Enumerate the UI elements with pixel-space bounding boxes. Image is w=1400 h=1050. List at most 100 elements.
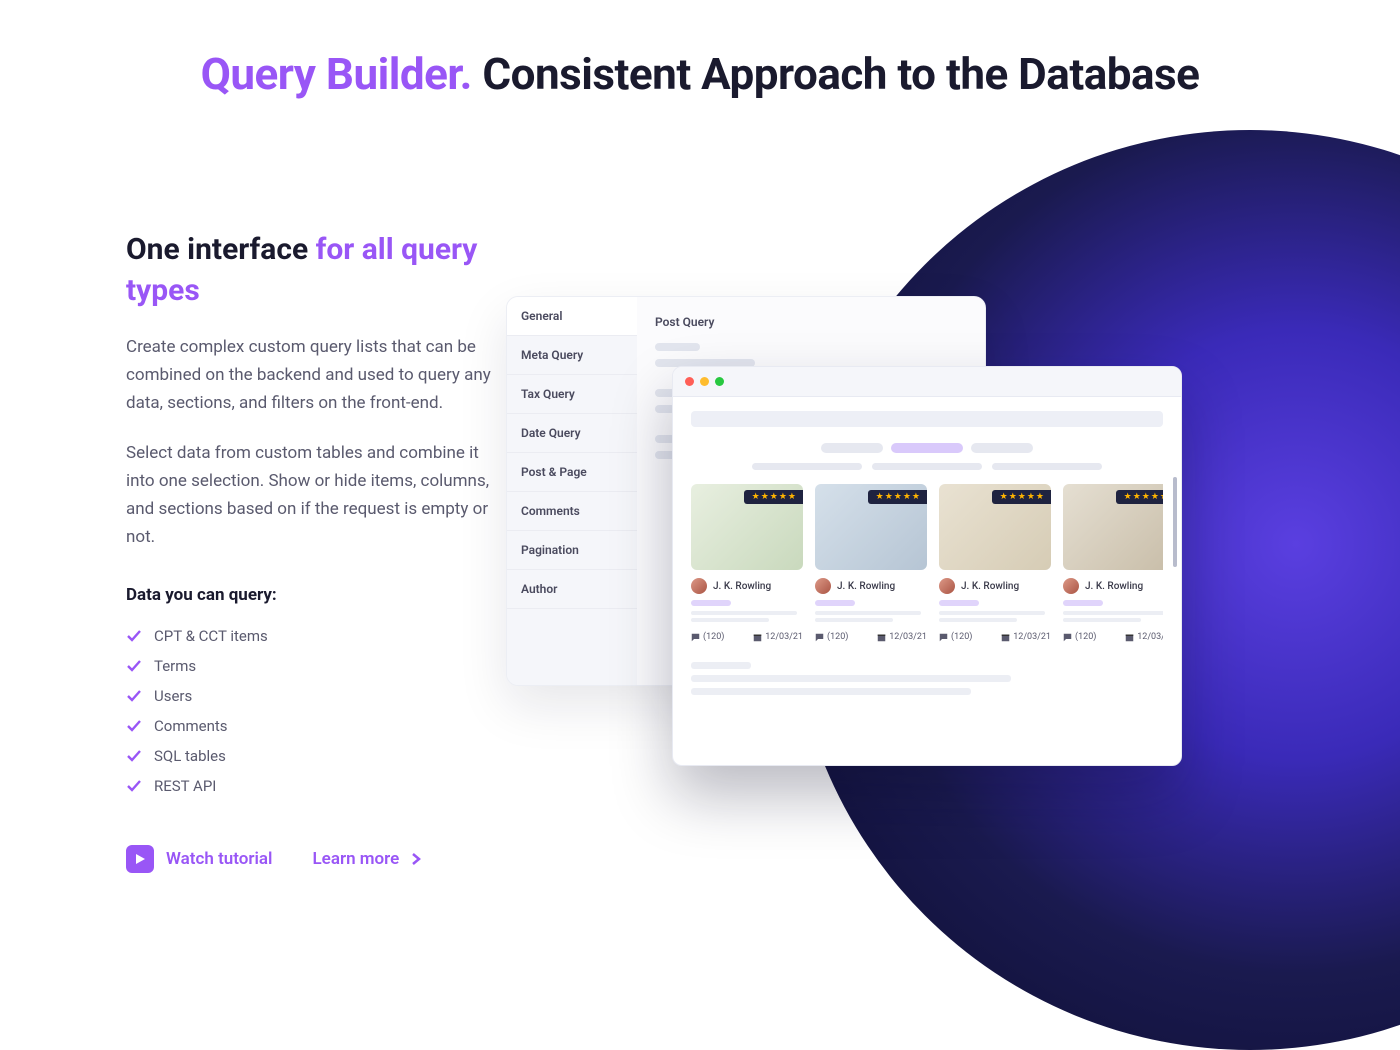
comment-icon — [815, 633, 824, 642]
skeleton-pill — [872, 463, 982, 470]
sidebar-tab-author[interactable]: Author — [507, 570, 637, 609]
skeleton-lines — [815, 611, 927, 622]
result-card[interactable]: ★★★★★ J. K. Rowling (120) 12/03/21 — [815, 484, 927, 642]
cards-row: ★★★★★ J. K. Rowling (120) 12/03/21 ★★★★★ — [691, 484, 1163, 642]
query-item: REST API — [126, 771, 496, 801]
window-minimize-dot[interactable] — [700, 377, 709, 386]
query-item-label: CPT & CCT items — [154, 627, 268, 645]
window-maximize-dot[interactable] — [715, 377, 724, 386]
paragraph-2: Select data from custom tables and combi… — [126, 439, 496, 551]
avatar — [939, 578, 955, 594]
card-stats: (120) 12/03/21 — [815, 632, 927, 642]
result-card[interactable]: ★★★★★ J. K. Rowling (120) 12/03/21 — [1063, 484, 1163, 642]
card-thumbnail: ★★★★★ — [815, 484, 927, 570]
star-rating-badge: ★★★★★ — [744, 490, 803, 504]
check-icon — [126, 688, 142, 704]
left-column: One interface for all query types Create… — [126, 230, 496, 873]
sidebar-tab-date-query[interactable]: Date Query — [507, 414, 637, 453]
sidebar-tab-meta-query[interactable]: Meta Query — [507, 336, 637, 375]
comments-stat: (120) — [939, 632, 972, 642]
date-value: 12/03/21 — [765, 632, 803, 642]
author-row: J. K. Rowling — [815, 578, 927, 594]
comment-icon — [691, 633, 700, 642]
query-item-label: REST API — [154, 777, 216, 795]
skeleton-line — [691, 688, 971, 695]
browser-content: ★★★★★ J. K. Rowling (120) 12/03/21 ★★★★★ — [673, 397, 1181, 765]
star-rating-badge: ★★★★★ — [992, 490, 1051, 504]
page-title-accent: Query Builder. — [201, 48, 472, 100]
filter-pill[interactable] — [821, 443, 883, 453]
watch-tutorial-button[interactable]: Watch tutorial — [126, 845, 272, 873]
skeleton-lines — [691, 611, 803, 622]
star-rating-badge: ★★★★★ — [1116, 490, 1163, 504]
sidebar-tab-comments[interactable]: Comments — [507, 492, 637, 531]
page-title-rest: Consistent Approach to the Database — [482, 48, 1199, 100]
skeleton-tag — [939, 600, 979, 606]
filter-pill-row — [691, 443, 1163, 453]
skeleton-tag — [815, 600, 855, 606]
card-thumbnail: ★★★★★ — [939, 484, 1051, 570]
query-item: SQL tables — [126, 741, 496, 771]
check-icon — [126, 718, 142, 734]
author-name: J. K. Rowling — [1085, 581, 1143, 592]
actions-row: Watch tutorial Learn more — [126, 845, 496, 873]
query-items-list: CPT & CCT items Terms Users Comments SQL… — [126, 621, 496, 801]
card-thumbnail: ★★★★★ — [691, 484, 803, 570]
calendar-icon — [1125, 633, 1134, 642]
skeleton-pill — [992, 463, 1102, 470]
date-stat: 12/03/21 — [1001, 632, 1051, 642]
author-row: J. K. Rowling — [691, 578, 803, 594]
skeleton-lines — [939, 611, 1051, 622]
chevron-right-icon — [411, 852, 421, 866]
date-stat: 12/03/21 — [753, 632, 803, 642]
skeleton-tag — [1063, 600, 1103, 606]
check-icon — [126, 658, 142, 674]
filter-pill-active[interactable] — [891, 443, 963, 453]
learn-more-label: Learn more — [312, 849, 399, 869]
date-value: 12/03/21 — [1013, 632, 1051, 642]
avatar — [691, 578, 707, 594]
sub-heading-dark: One interface — [126, 232, 308, 267]
skeleton-header-bar — [691, 411, 1163, 427]
filter-pill[interactable] — [971, 443, 1033, 453]
date-value: 12/03/21 — [1137, 632, 1163, 642]
author-row: J. K. Rowling — [939, 578, 1051, 594]
sidebar-tab-tax-query[interactable]: Tax Query — [507, 375, 637, 414]
page-title: Query Builder. Consistent Approach to th… — [0, 48, 1400, 100]
sub-filter-row — [691, 463, 1163, 470]
card-stats: (120) 12/03/21 — [939, 632, 1051, 642]
result-card[interactable]: ★★★★★ J. K. Rowling (120) 12/03/21 — [939, 484, 1051, 642]
card-stats: (120) 12/03/21 — [691, 632, 803, 642]
query-item: CPT & CCT items — [126, 621, 496, 651]
sub-heading: One interface for all query types — [126, 230, 496, 311]
check-icon — [126, 748, 142, 764]
comment-icon — [939, 633, 948, 642]
date-value: 12/03/21 — [889, 632, 927, 642]
skeleton-line — [655, 343, 700, 351]
settings-content-title: Post Query — [655, 315, 967, 329]
learn-more-button[interactable]: Learn more — [312, 849, 421, 869]
query-item: Comments — [126, 711, 496, 741]
data-section-label: Data you can query: — [126, 585, 496, 605]
comments-stat: (120) — [1063, 632, 1096, 642]
settings-sidebar: General Meta Query Tax Query Date Query … — [507, 297, 637, 685]
sidebar-tab-pagination[interactable]: Pagination — [507, 531, 637, 570]
calendar-icon — [753, 633, 762, 642]
skeleton-line — [691, 662, 751, 669]
author-name: J. K. Rowling — [961, 581, 1019, 592]
skeleton-pill — [752, 463, 862, 470]
skeleton-tag — [691, 600, 731, 606]
check-icon — [126, 628, 142, 644]
query-item-label: Terms — [154, 657, 196, 675]
result-card[interactable]: ★★★★★ J. K. Rowling (120) 12/03/21 — [691, 484, 803, 642]
query-item-label: SQL tables — [154, 747, 226, 765]
browser-chrome — [673, 367, 1181, 397]
sidebar-tab-post-page[interactable]: Post & Page — [507, 453, 637, 492]
play-icon — [126, 845, 154, 873]
author-name: J. K. Rowling — [713, 581, 771, 592]
comments-count: (120) — [1075, 632, 1096, 642]
query-item: Terms — [126, 651, 496, 681]
sidebar-tab-general[interactable]: General — [507, 297, 637, 336]
scrollbar[interactable] — [1173, 477, 1177, 567]
window-close-dot[interactable] — [685, 377, 694, 386]
